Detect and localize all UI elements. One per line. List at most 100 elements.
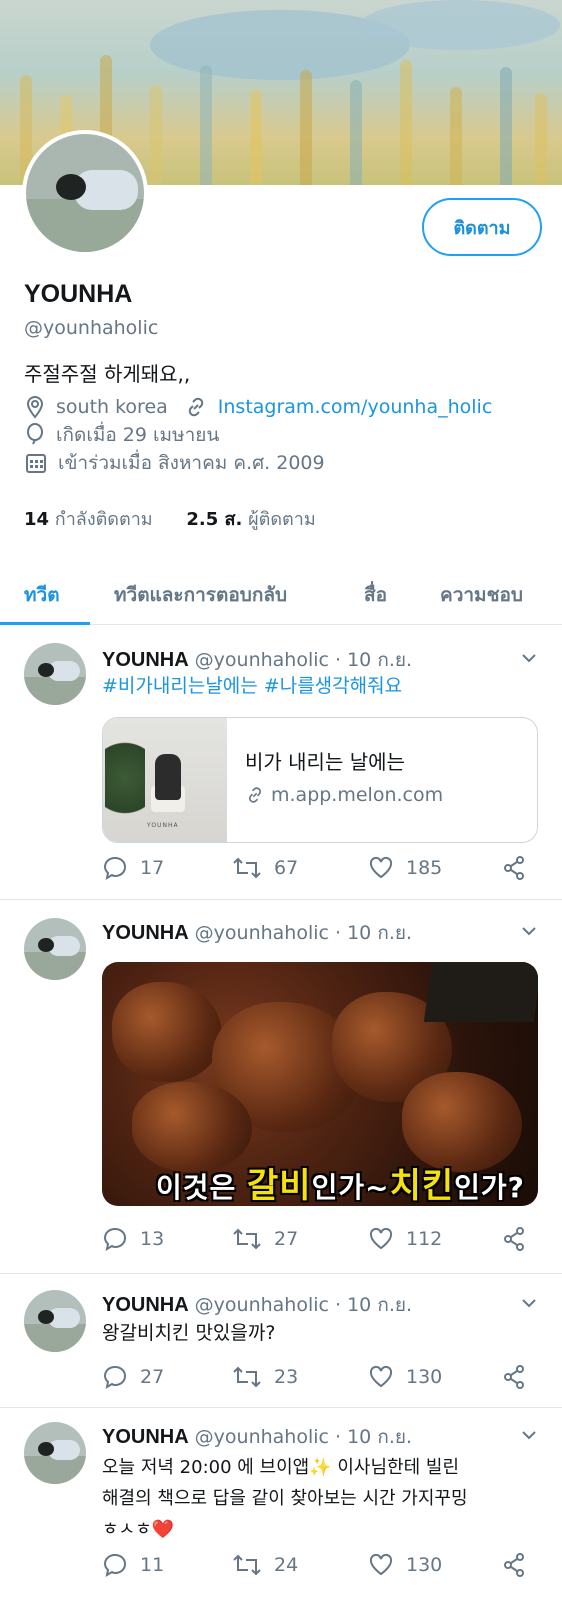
reply-button[interactable]: 27 [102,1362,164,1392]
link-card-title: 비가 내리는 날에는 [245,750,405,774]
photo-caption: 이것은 갈비인가~치킨인가? [156,1166,525,1206]
tweet-hashtags[interactable]: #비가내리는날에는 #나를생각해줘요 [102,671,542,702]
reply-icon [103,1227,127,1252]
banner-stroke [350,80,362,185]
profile-display-name: YOUNHA [24,280,133,308]
heart-icon [369,1365,393,1388]
tweet-actions: 27 23 130 [102,1362,542,1392]
reply-icon [103,1553,127,1578]
followers-link[interactable]: 2.5 ส. ผู้ติดตาม [186,509,315,530]
banner-stroke [150,85,162,185]
profile-joined: เข้าร่วมเมื่อ สิงหาคม ค.ศ. 2009 [58,452,325,474]
link-card[interactable]: YOUNHA 비가 내리는 날에는 m.app.melon.com [102,717,538,843]
tweet-avatar[interactable] [24,643,86,705]
tweet-author-name[interactable]: YOUNHA [102,1426,189,1448]
tweet-meta: @younhaholic · 10 ก.ย. [194,649,413,671]
share-icon[interactable] [502,855,526,881]
location-pin-icon [26,395,44,419]
tweet-text: 오늘 저녁 20:00 에 브이앱✨ 이사님한테 빌린 해결의 책으로 답을 같… [102,1457,468,1540]
like-button[interactable]: 130 [368,1550,442,1580]
tab-likes[interactable]: ความชอบ [440,565,523,625]
retweet-button[interactable]: 27 [232,1224,298,1254]
profile-handle: @younhaholic [24,317,159,339]
calendar-icon [26,454,46,473]
reply-button[interactable]: 17 [102,853,164,883]
link-card-url: m.app.melon.com [245,784,443,806]
tweet-header: YOUNHA @younhaholic · 10 ก.ย. [102,1422,412,1452]
tweet-actions: 13 27 112 [102,1224,542,1254]
tweet-avatar[interactable] [24,1290,86,1352]
banner-stroke [450,87,462,185]
profile-location: south korea [56,396,168,418]
tweet-meta: @younhaholic · 10 ก.ย. [194,922,413,944]
tweet[interactable]: YOUNHA @younhaholic · 10 ก.ย. #비가내리는날에는 #… [0,627,562,900]
tweet-text: 왕갈비치킨 맛있을까? [102,1322,276,1344]
heart-icon [369,1227,393,1250]
link-icon [188,397,204,417]
link-card-thumbnail: YOUNHA [103,718,227,842]
like-button[interactable]: 112 [368,1224,442,1254]
tweet-author-name[interactable]: YOUNHA [102,649,189,671]
tweet-meta: @younhaholic · 10 ก.ย. [194,1426,413,1448]
share-icon[interactable] [502,1226,526,1252]
banner-stroke [500,67,512,185]
following-link[interactable]: 14 กำลังติดตาม [24,509,153,530]
retweet-icon [233,1228,261,1250]
tab-media[interactable]: สื่อ [364,565,387,625]
tab-tweets-and-replies[interactable]: ทวีตและการตอบกลับ [114,565,287,625]
banner-stroke [535,93,547,185]
banner-cloud [360,0,560,50]
active-tab-indicator [0,622,90,625]
balloon-icon [27,423,43,445]
follow-button[interactable]: ติดตาม [422,198,542,256]
tweet-photo[interactable]: 이것은 갈비인가~치킨인가? [102,962,538,1206]
banner-stroke [250,90,262,185]
reply-button[interactable]: 13 [102,1224,164,1254]
heart-icon [369,856,393,879]
share-icon[interactable] [502,1364,526,1390]
retweet-button[interactable]: 24 [232,1550,298,1580]
profile-bio: 주절주절 하게돼요,, [24,362,191,386]
chevron-down-icon[interactable] [520,922,538,940]
retweet-button[interactable]: 23 [232,1362,298,1392]
banner-stroke [200,65,212,185]
tweet-avatar[interactable] [24,1422,86,1484]
tweet-actions: 11 24 130 [102,1550,542,1580]
share-icon[interactable] [502,1552,526,1578]
reply-icon [103,856,127,881]
retweet-icon [233,1366,261,1388]
retweet-icon [233,1554,261,1576]
banner-stroke [300,70,312,185]
chevron-down-icon[interactable] [520,1426,538,1444]
tweet[interactable]: YOUNHA @younhaholic · 10 ก.ย. 왕갈비치킨 맛있을까?… [0,1274,562,1408]
profile-avatar[interactable] [22,130,148,256]
chevron-down-icon[interactable] [520,649,538,667]
retweet-icon [233,857,261,879]
tweet-avatar[interactable] [24,918,86,980]
tweet[interactable]: YOUNHA @younhaholic · 10 ก.ย. 이것은 갈비인가~치킨… [0,900,562,1274]
profile-counts: 14 กำลังติดตาม 2.5 ส. ผู้ติดตาม [24,504,316,533]
reply-button[interactable]: 11 [102,1550,164,1580]
like-button[interactable]: 130 [368,1362,442,1392]
tab-tweets[interactable]: ทวีต [24,565,60,625]
link-icon [248,787,262,803]
chevron-down-icon[interactable] [520,1294,538,1312]
reply-icon [103,1365,127,1390]
tweet-actions: 17 67 185 [102,853,542,883]
tweet-meta: @younhaholic · 10 ก.ย. [194,1294,413,1316]
like-button[interactable]: 185 [368,853,442,883]
profile-website-link[interactable]: Instagram.com/younha_holic [218,396,493,418]
profile-birthday-row: เกิดเมื่อ 29 เมษายน [24,422,219,448]
profile-tabs: ทวีต ทวีตและการตอบกลับ สื่อ ความชอบ [0,565,562,625]
tweet[interactable]: YOUNHA @younhaholic · 10 ก.ย. 오늘 저녁 20:00… [0,1408,562,1600]
banner-stroke [400,60,412,185]
profile-location-row: south korea Instagram.com/younha_holic [24,394,492,420]
profile-joined-row: เข้าร่วมเมื่อ สิงหาคม ค.ศ. 2009 [24,450,325,476]
tweet-header: YOUNHA @younhaholic · 10 ก.ย. [102,1290,412,1320]
profile-birthday: เกิดเมื่อ 29 เมษายน [56,424,220,446]
retweet-button[interactable]: 67 [232,853,298,883]
heart-icon [369,1553,393,1576]
tweet-author-name[interactable]: YOUNHA [102,922,189,944]
tweet-author-name[interactable]: YOUNHA [102,1294,189,1316]
tweet-header: YOUNHA @younhaholic · 10 ก.ย. [102,918,412,948]
